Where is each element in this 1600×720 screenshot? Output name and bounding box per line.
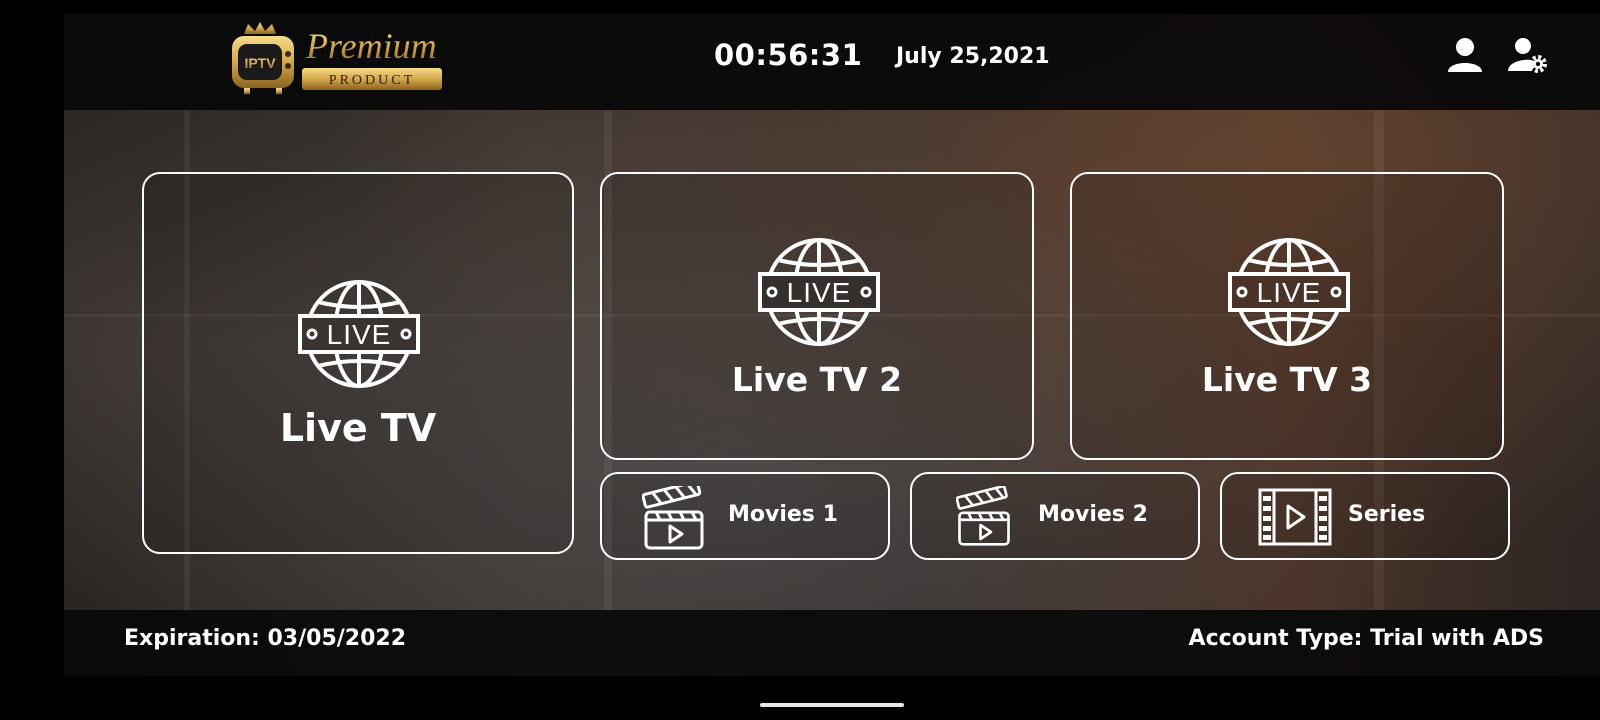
tile-live-tv-2-label: Live TV 2 — [731, 360, 903, 399]
tile-movies-1[interactable]: Movies 1 — [600, 472, 890, 560]
live-badge-text: LIVE — [327, 319, 392, 350]
live-badge-text: LIVE — [787, 277, 852, 308]
logo-subtitle-text: PRODUCT — [329, 73, 415, 88]
user-icon[interactable] — [1444, 34, 1486, 76]
live-badge-text: LIVE — [1257, 277, 1322, 308]
tile-live-tv[interactable]: LIVE Live TV — [142, 172, 574, 554]
current-date: July 25,2021 — [896, 44, 1050, 69]
user-settings-icon[interactable] — [1506, 34, 1548, 76]
tile-live-tv-label: Live TV — [279, 406, 437, 450]
clapperboard-icon — [956, 486, 1010, 546]
live-globe-icon: LIVE — [1228, 238, 1350, 346]
top-bar: IPTV Premium PRODUCT 00:56:31 July 25,20… — [64, 14, 1600, 110]
clock-time: 00:56:31 — [714, 38, 863, 72]
premium-product-logo: IPTV Premium PRODUCT — [232, 22, 442, 94]
iptv-home-screen: IPTV Premium PRODUCT 00:56:31 July 25,20… — [64, 14, 1600, 676]
tile-movies-2-label: Movies 2 — [1038, 502, 1148, 527]
live-globe-icon: LIVE — [758, 238, 880, 346]
tile-live-tv-2[interactable]: LIVE Live TV 2 — [600, 172, 1034, 460]
expiration-text: Expiration: 03/05/2022 — [124, 626, 407, 651]
tile-series[interactable]: Series — [1220, 472, 1510, 560]
live-globe-icon: LIVE — [298, 280, 420, 388]
tile-movies-2[interactable]: Movies 2 — [910, 472, 1200, 560]
film-strip-icon — [1258, 488, 1332, 546]
logo-badge-text: IPTV — [244, 55, 276, 71]
bottom-bar: Expiration: 03/05/2022 Account Type: Tri… — [64, 610, 1600, 676]
tile-live-tv-3-label: Live TV 3 — [1201, 360, 1373, 399]
tile-live-tv-3[interactable]: LIVE Live TV 3 — [1070, 172, 1504, 460]
gesture-home-indicator[interactable] — [760, 703, 904, 707]
logo-title-text: Premium — [305, 26, 437, 66]
tile-movies-1-label: Movies 1 — [728, 502, 838, 527]
clapperboard-icon — [642, 486, 704, 550]
tile-series-label: Series — [1348, 502, 1426, 527]
account-type-text: Account Type: Trial with ADS — [1188, 626, 1544, 651]
